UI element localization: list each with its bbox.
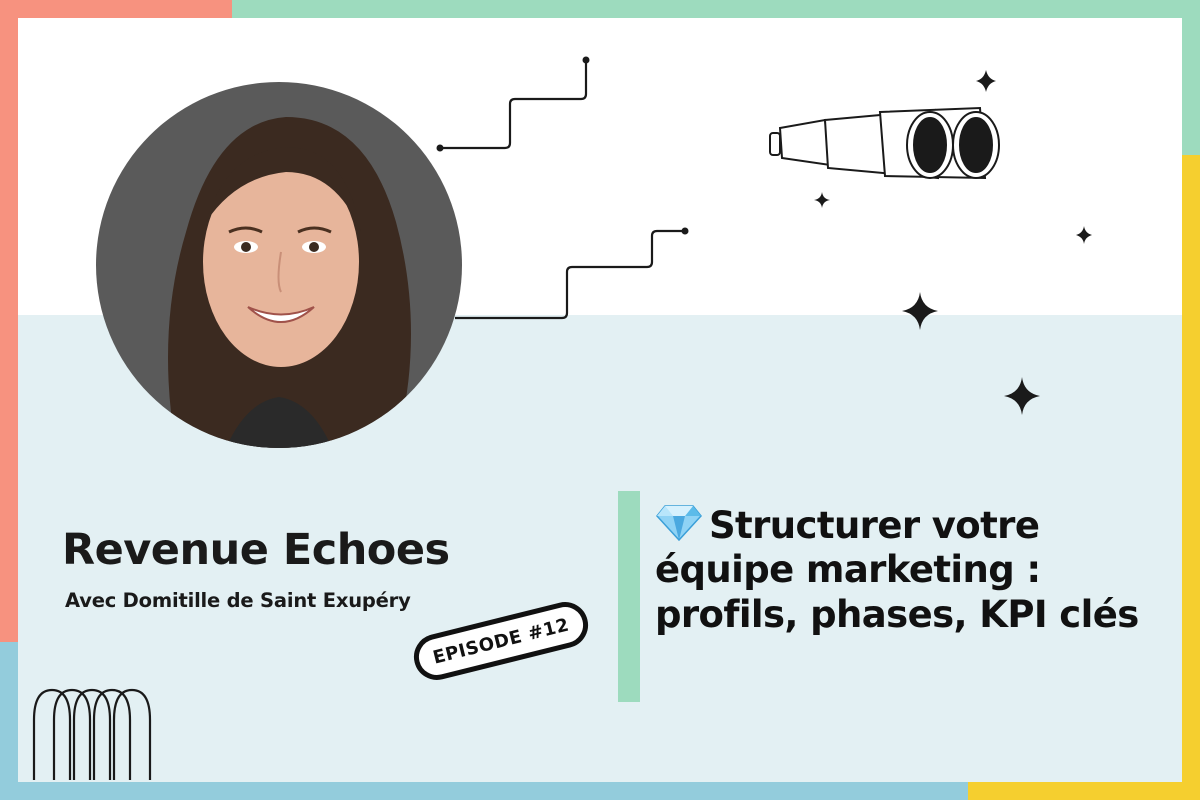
podcast-title: Revenue Echoes bbox=[62, 525, 450, 575]
accent-bar bbox=[618, 491, 640, 702]
binoculars-icon bbox=[769, 106, 1000, 180]
episode-title-block: Structurer votre équipe marketing : prof… bbox=[655, 502, 1175, 637]
stairs-line bbox=[455, 229, 685, 320]
guest-photo bbox=[96, 82, 462, 448]
stairs-line bbox=[440, 60, 588, 150]
episode-title: Structurer votre équipe marketing : prof… bbox=[655, 504, 1139, 636]
gem-icon bbox=[656, 505, 702, 542]
guest-line: Avec Domitille de Saint Exupéry bbox=[65, 589, 411, 612]
arches-icon bbox=[32, 688, 152, 780]
